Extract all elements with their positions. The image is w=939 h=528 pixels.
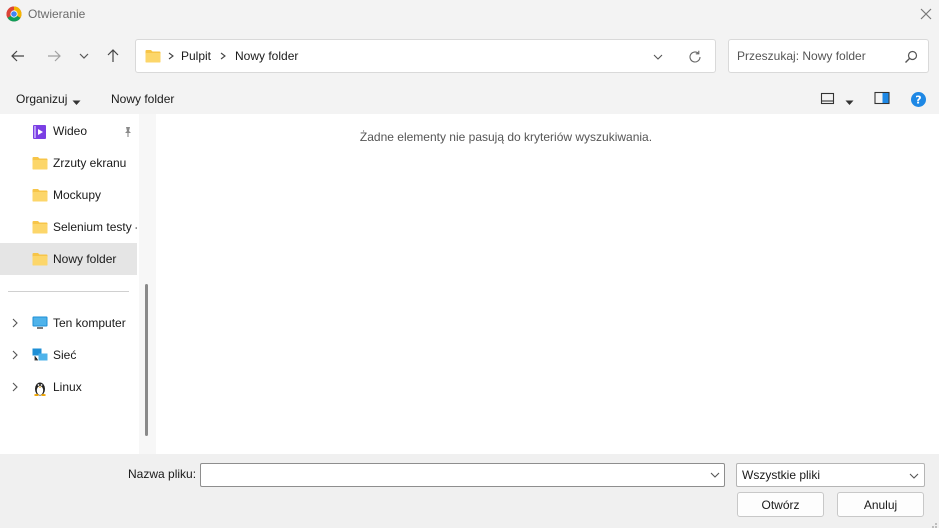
breadcrumb-pulpit[interactable]: Pulpit [181,49,211,63]
sidebar-item-siec[interactable]: Sieć [0,339,137,371]
back-arrow-icon[interactable] [4,42,32,70]
navigation-pane: Wideo Zrzuty ekranu Mockupy Selenium tes… [0,114,139,454]
view-layout-icon[interactable] [820,91,836,107]
sidebar-item-nowy-folder[interactable]: Nowy folder [0,243,137,275]
address-dropdown-chevron-icon[interactable] [650,49,666,65]
video-folder-icon [32,124,48,139]
caret-down-icon[interactable] [845,95,854,109]
organize-button[interactable]: Organizuj [16,92,67,106]
empty-results-message: Żadne elementy nie pasują do kryteriów w… [359,130,653,144]
sidebar-item-selenium-testy[interactable]: Selenium testy - [0,211,137,243]
filetype-selected-value: Wszystkie pliki [742,468,821,482]
caret-down-icon[interactable] [72,95,81,109]
breadcrumb-separator-icon[interactable] [219,49,227,66]
sidebar-item-label: Selenium testy - [53,220,137,234]
search-icon[interactable] [903,49,919,65]
preview-pane-icon[interactable] [874,91,891,106]
sidebar-item-label: Ten komputer [53,316,126,330]
title-bar [0,0,939,28]
linux-icon [32,380,48,396]
sidebar-item-label: Linux [53,380,82,394]
computer-icon [32,316,48,330]
sidebar-item-label: Mockupy [53,188,102,202]
window-title: Otwieranie [28,7,86,21]
search-input[interactable]: Przeszukaj: Nowy folder [728,39,929,73]
filename-input[interactable] [200,463,725,487]
new-folder-button[interactable]: Nowy folder [111,92,174,106]
cancel-button[interactable]: Anuluj [837,492,924,517]
folder-icon [32,156,48,170]
chevron-right-icon[interactable] [10,349,20,361]
chrome-icon [6,6,22,22]
address-bar[interactable]: Pulpit Nowy folder [135,39,716,73]
filetype-select[interactable]: Wszystkie pliki [736,463,925,487]
breadcrumb-separator-icon[interactable] [167,49,175,66]
folder-icon [145,49,161,63]
sidebar-item-label: Sieć [53,348,77,362]
breadcrumb-nowy-folder[interactable]: Nowy folder [235,49,298,63]
chevron-right-icon[interactable] [10,317,20,329]
folder-icon [32,252,48,266]
sidebar-item-label: Zrzuty ekranu [53,156,127,170]
filename-label: Nazwa pliku: [128,467,197,481]
filename-history-chevron-icon[interactable] [708,468,722,482]
sidebar-item-mockupy[interactable]: Mockupy [0,179,137,211]
close-icon[interactable] [916,4,936,24]
scrollbar-thumb[interactable] [145,284,148,436]
sidebar-item-ten-komputer[interactable]: Ten komputer [0,307,137,339]
forward-arrow-icon[interactable] [40,42,68,70]
resize-grip-icon[interactable] [928,518,938,528]
open-button[interactable]: Otwórz [737,492,824,517]
chevron-right-icon[interactable] [10,381,20,393]
sidebar-item-label: Nowy folder [53,252,117,266]
file-list[interactable] [156,114,939,454]
up-arrow-icon[interactable] [99,42,127,70]
recent-locations-chevron-icon[interactable] [70,42,98,70]
refresh-icon[interactable] [686,48,704,66]
help-icon[interactable]: ? [910,91,927,108]
sidebar-divider [8,291,129,292]
network-icon [32,348,48,362]
sidebar-item-linux[interactable]: Linux [0,371,137,403]
sidebar-item-wideo[interactable]: Wideo [0,115,137,147]
pin-icon[interactable] [122,126,134,138]
chevron-down-icon[interactable] [907,469,921,483]
sidebar-item-zrzuty-ekranu[interactable]: Zrzuty ekranu [0,147,137,179]
svg-text:?: ? [915,94,921,107]
folder-icon [32,188,48,202]
search-placeholder: Przeszukaj: Nowy folder [737,49,866,63]
folder-icon [32,220,48,234]
